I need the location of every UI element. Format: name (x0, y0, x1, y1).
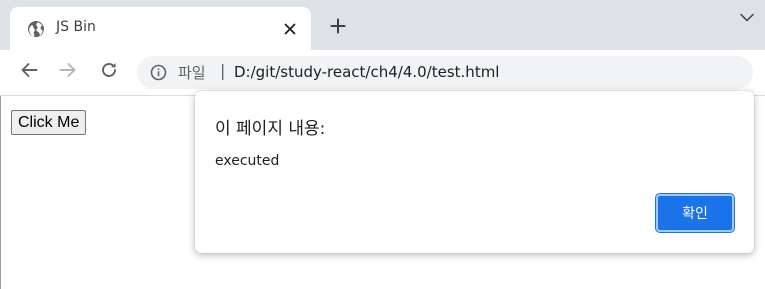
site-info-label[interactable]: 파일 (178, 62, 206, 83)
browser-window: JS Bin 파일 | D:/git/study-react/ch4/4.0/t… (0, 0, 765, 289)
plus-icon (330, 18, 346, 38)
info-icon[interactable] (150, 64, 167, 81)
tab-strip: JS Bin (0, 0, 765, 50)
tab-search-button[interactable] (738, 8, 756, 24)
arrow-left-icon (20, 62, 38, 82)
reload-button[interactable] (97, 60, 121, 84)
new-tab-button[interactable] (327, 17, 349, 39)
chevron-down-icon (740, 7, 754, 26)
toolbar: 파일 | D:/git/study-react/ch4/4.0/test.htm… (0, 50, 765, 96)
url-separator: | (220, 61, 226, 80)
url-text[interactable]: D:/git/study-react/ch4/4.0/test.html (234, 63, 499, 81)
address-bar[interactable]: 파일 | D:/git/study-react/ch4/4.0/test.htm… (137, 56, 753, 89)
dialog-title: 이 페이지 내용: (215, 119, 326, 139)
click-me-button[interactable]: Click Me (11, 110, 87, 135)
reload-icon (100, 61, 118, 83)
ok-button[interactable]: 확인 (655, 193, 735, 233)
close-icon[interactable] (280, 19, 300, 39)
tab-title: JS Bin (56, 19, 96, 35)
alert-dialog: 이 페이지 내용: executed 확인 (195, 91, 754, 253)
globe-icon (27, 20, 45, 38)
tab-js-bin[interactable]: JS Bin (10, 7, 311, 50)
forward-button[interactable] (56, 60, 80, 84)
back-button[interactable] (17, 60, 41, 84)
dialog-message: executed (215, 153, 280, 169)
arrow-right-icon (59, 62, 77, 82)
